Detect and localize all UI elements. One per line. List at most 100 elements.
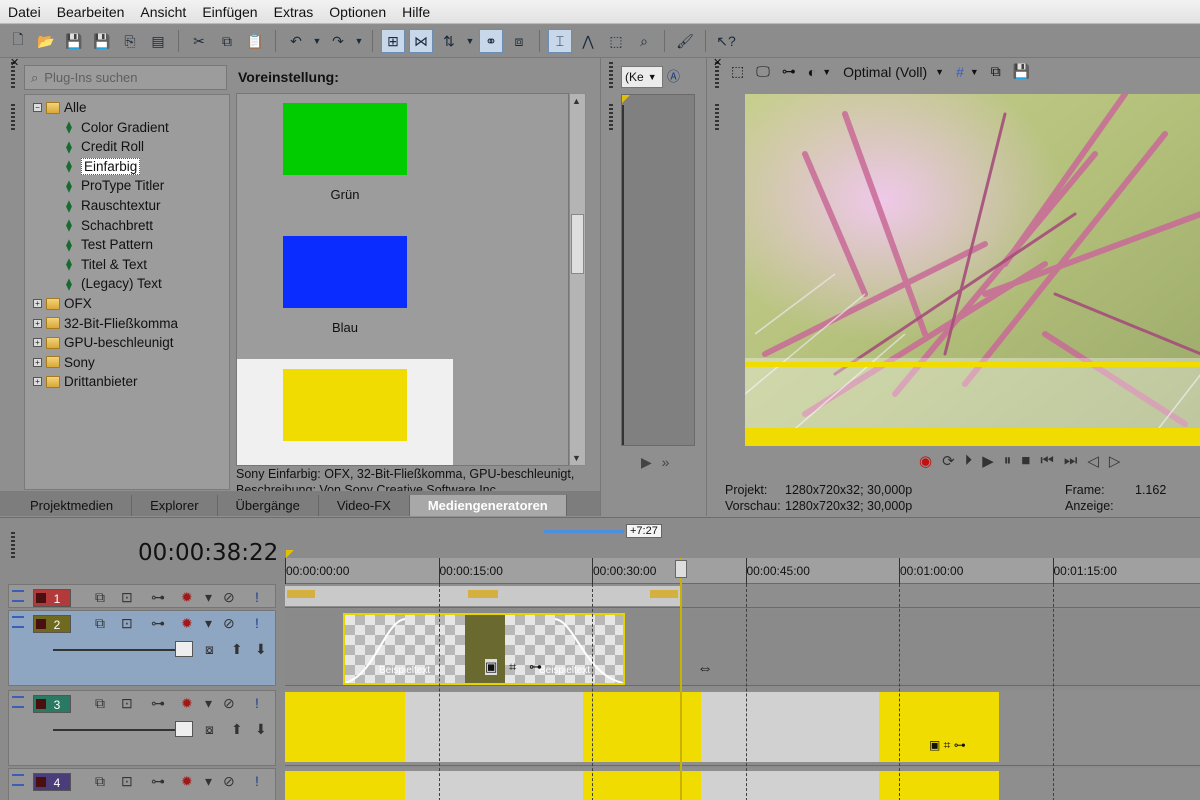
event-fx-icon[interactable]: ▣ (485, 659, 498, 675)
play-from-start-icon[interactable]: ⏵ (965, 452, 973, 470)
track-header-3[interactable]: 3 ⧉ ⊡ ⊶ ✹ ▾ ⊘! ⧇ ⬆ ⬇ (8, 690, 276, 766)
copy-snapshot-icon[interactable]: ⧉ (991, 63, 1001, 80)
track-motion-icon[interactable]: ⊡ (121, 773, 133, 790)
crossfade-region[interactable] (405, 692, 583, 762)
playhead-handle[interactable] (675, 560, 687, 578)
loop-region-bar[interactable] (544, 530, 624, 533)
paste-icon[interactable]: 📋 (243, 29, 267, 53)
mute-icon[interactable]: ⊘ (223, 615, 235, 632)
solo-icon[interactable]: ! (255, 589, 259, 605)
cut-icon[interactable]: ✂ (187, 29, 211, 53)
lock-envelopes-icon[interactable]: ⚭ (479, 29, 503, 53)
color-clip[interactable] (285, 771, 405, 800)
stop-icon[interactable]: ■ (1021, 452, 1030, 470)
tree-item[interactable]: +32-Bit-Fließkomma (33, 314, 178, 333)
tree-item[interactable]: ⧫ Test Pattern (61, 235, 153, 254)
opacity-slider-track[interactable] (53, 729, 193, 731)
go-to-start-icon[interactable]: ⏮ (1040, 452, 1054, 470)
preset-item[interactable]: Blau (237, 226, 453, 348)
menu-item[interactable]: Ansicht (132, 4, 194, 20)
menu-item[interactable]: Hilfe (394, 4, 438, 20)
scroll-down-icon[interactable]: ▼ (572, 453, 581, 463)
preview-mode-dropdown-icon[interactable]: ▼ (822, 67, 831, 77)
auto-preview-icon[interactable]: Ⓐ (667, 66, 680, 85)
composite-mode-icon[interactable]: ⧉ (95, 695, 105, 712)
redo-icon[interactable]: ↷ (326, 29, 350, 53)
docking-tab[interactable]: Übergänge (218, 495, 319, 516)
overlays-grid-icon[interactable]: # (956, 64, 964, 80)
record-icon[interactable]: ◉ (919, 452, 932, 470)
close-panel-icon[interactable]: ✕ (10, 56, 19, 69)
auto-crossfade-icon[interactable]: ⋈ (409, 29, 433, 53)
ripple-dropdown-icon[interactable]: ▼ (465, 29, 475, 53)
track-settings-dropdown-icon[interactable]: ▾ (205, 773, 212, 790)
preset-item[interactable]: Grün (237, 94, 453, 215)
track-collapse-icon[interactable] (12, 774, 24, 786)
panel-grip-handle[interactable] (609, 104, 613, 132)
undo-icon[interactable]: ↶ (284, 29, 308, 53)
track-header-1[interactable]: 1 ⧉ ⊡ ⊶ ✹ ▾ ⊘! (8, 584, 276, 608)
mute-icon[interactable]: ⊘ (223, 695, 235, 712)
compositor-icon[interactable]: ⧇ (205, 641, 214, 658)
play-icon[interactable]: ▶ (641, 454, 652, 470)
panel-grip-handle[interactable] (715, 104, 719, 132)
redo-dropdown-icon[interactable]: ▼ (354, 29, 364, 53)
track-lane-4[interactable] (285, 768, 1200, 800)
close-panel-icon[interactable]: ✕ (713, 56, 722, 69)
make-compositing-parent-icon[interactable]: ⬆ (231, 641, 243, 658)
properties-icon[interactable]: ▤ (146, 29, 170, 53)
track-settings-icon[interactable]: ✹ (181, 615, 193, 632)
menu-item[interactable]: Extras (266, 4, 322, 20)
tree-item[interactable]: ⧫ Credit Roll (61, 137, 144, 156)
tree-item[interactable]: + Sony (33, 353, 95, 372)
track-fx-icon[interactable]: ⊶ (151, 773, 165, 790)
preset-scrollbar[interactable]: ▲ ▼ (569, 93, 586, 466)
event-pan-icon[interactable]: ⊶ (529, 659, 542, 675)
expand-icon[interactable]: + (33, 377, 42, 387)
docking-tab[interactable]: Explorer (132, 495, 218, 516)
mute-icon[interactable]: ⊘ (223, 589, 235, 606)
preview-mode-icon[interactable]: ◐ (808, 64, 816, 80)
solo-icon[interactable]: ! (255, 773, 259, 789)
opacity-slider-knob[interactable] (175, 721, 193, 737)
opacity-slider-knob[interactable] (175, 641, 193, 657)
preview-properties-icon[interactable]: ⬚ (731, 63, 744, 80)
external-monitor-icon[interactable]: 🖵 (756, 63, 770, 80)
tree-item[interactable]: + OFX (33, 294, 92, 313)
track-header-2[interactable]: 2 ⧉ ⊡ ⊶ ✹ ▾ ⊘! ⧇ ⬆ ⬇ (8, 610, 276, 686)
color-clip[interactable] (583, 771, 701, 800)
open-folder-icon[interactable]: 📂 (34, 29, 58, 53)
next-frame-icon[interactable]: ▷ (1109, 452, 1121, 470)
track-lane-3[interactable]: ▣ ⌗ ⊶ (285, 690, 1200, 766)
previous-frame-icon[interactable]: ◁ (1087, 452, 1099, 470)
menu-item[interactable]: Einfügen (194, 4, 265, 20)
make-compositing-parent-icon[interactable]: ⬆ (231, 721, 243, 738)
preview-quality-select[interactable]: Optimal (Voll) (843, 64, 927, 80)
loop-icon[interactable]: ⟳ (942, 452, 955, 470)
ripple-icon[interactable]: ⇅ (437, 29, 461, 53)
tree-item[interactable]: ⧫ Rauschtextur (61, 196, 161, 215)
tree-item[interactable]: ⧫ (Legacy) Text (61, 274, 162, 293)
menu-item[interactable]: Bearbeiten (49, 4, 133, 20)
track-settings-icon[interactable]: ✹ (181, 589, 193, 606)
expand-icon[interactable]: + (33, 357, 42, 367)
ignore-grouping-icon[interactable]: ⧈ (507, 29, 531, 53)
track-fx-icon[interactable]: ⊶ (151, 615, 165, 632)
undo-dropdown-icon[interactable]: ▼ (312, 29, 322, 53)
envelope-tool-icon[interactable]: ⋀ (576, 29, 600, 53)
expand-icon[interactable]: + (33, 318, 42, 328)
track-collapse-icon[interactable] (12, 590, 24, 602)
compositor-icon[interactable]: ⧇ (205, 721, 214, 738)
time-ruler[interactable]: 00:00:00:00 00:00:15:00 00:00:30:00 00:00:4… (285, 558, 1200, 584)
tree-item[interactable]: + GPU-beschleunigt (33, 333, 174, 352)
tree-item[interactable]: ⧫ Titel & Text (61, 255, 147, 274)
track-collapse-icon[interactable] (12, 616, 24, 628)
copy-icon[interactable]: ⧉ (215, 29, 239, 53)
composite-mode-icon[interactable]: ⧉ (95, 773, 105, 790)
pause-icon[interactable]: ⏸ (1004, 452, 1012, 470)
solo-icon[interactable]: ! (255, 695, 259, 711)
track-settings-icon[interactable]: ✹ (181, 773, 193, 790)
track-settings-dropdown-icon[interactable]: ▾ (205, 589, 212, 606)
expand-icon[interactable]: + (33, 299, 42, 308)
color-clip[interactable] (879, 771, 999, 800)
